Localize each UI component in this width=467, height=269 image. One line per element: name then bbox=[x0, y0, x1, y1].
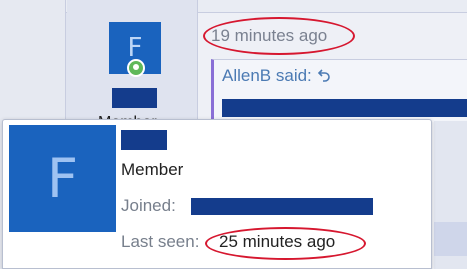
highlight-ring-last-seen bbox=[205, 227, 366, 260]
tooltip-avatar[interactable]: F bbox=[9, 125, 116, 232]
tooltip-joined-date-redacted bbox=[191, 198, 373, 215]
tooltip-role: Member bbox=[121, 160, 184, 179]
post-action-bar bbox=[434, 222, 467, 256]
tooltip-joined-label: Joined: bbox=[121, 196, 176, 215]
tooltip-last-seen-label: Last seen: bbox=[121, 232, 200, 251]
quote-text-redacted bbox=[222, 99, 467, 117]
author-name-redacted[interactable] bbox=[112, 88, 157, 108]
reply-arrow-icon[interactable] bbox=[317, 67, 331, 87]
quote-header[interactable]: AllenB said: bbox=[222, 66, 331, 87]
online-status-icon bbox=[127, 59, 145, 77]
highlight-ring-timestamp bbox=[203, 17, 355, 55]
quote-author[interactable]: AllenB said: bbox=[222, 66, 312, 85]
tooltip-username-redacted[interactable] bbox=[121, 130, 167, 150]
tooltip-avatar-letter: F bbox=[46, 147, 79, 210]
